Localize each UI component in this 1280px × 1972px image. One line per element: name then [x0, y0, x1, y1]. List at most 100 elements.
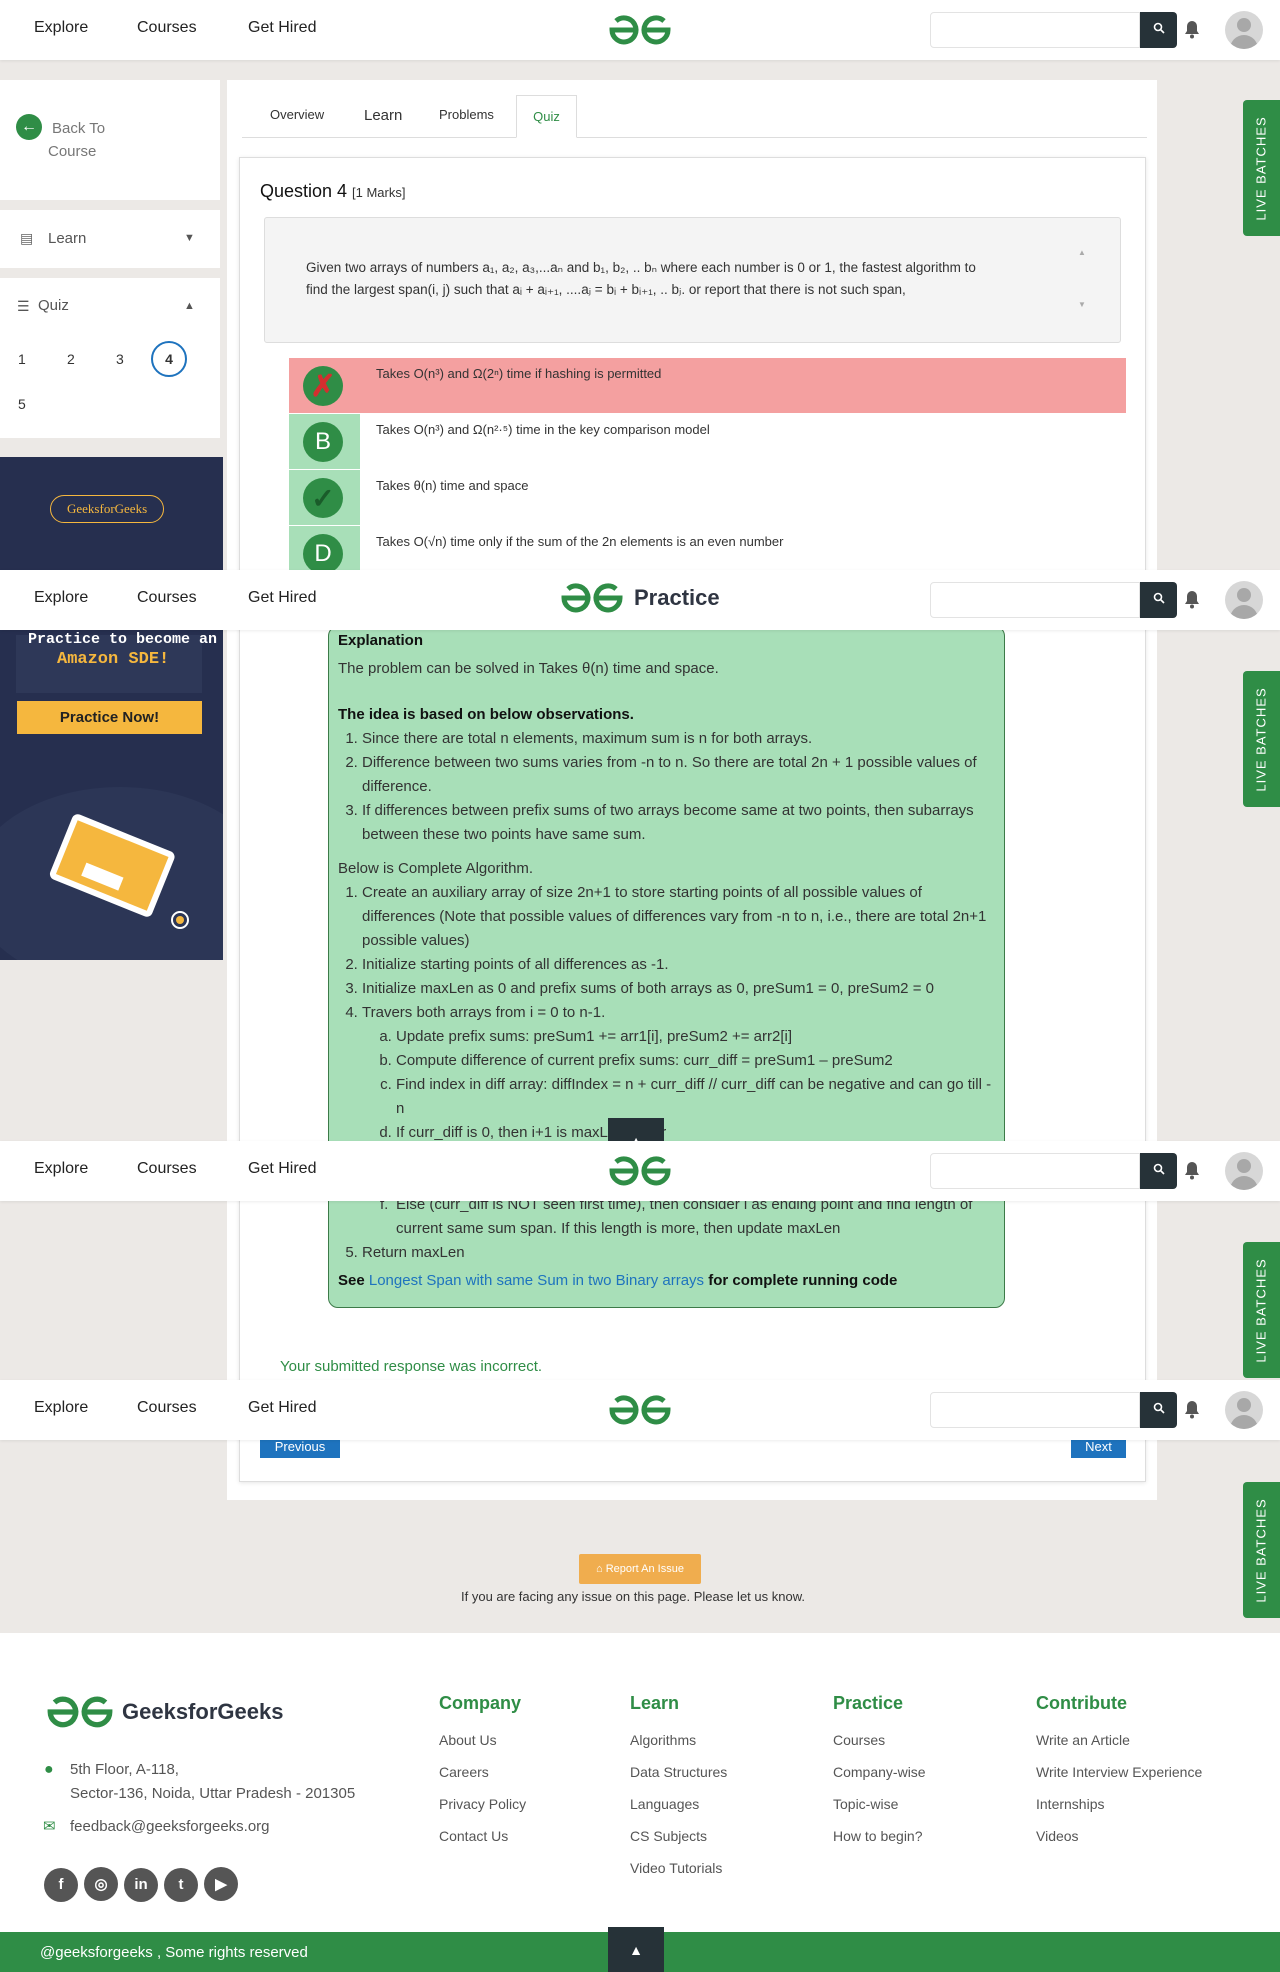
quiz-number-5[interactable]: 5: [18, 396, 26, 412]
explanation-intro: The problem can be solved in Takes θ(n) …: [338, 660, 719, 677]
practice-now-button[interactable]: Practice Now!: [17, 701, 202, 734]
longest-span-link[interactable]: Longest Span with same Sum in two Binary…: [369, 1272, 704, 1289]
footer-link[interactable]: Courses: [833, 1732, 926, 1748]
facebook-icon[interactable]: f: [44, 1867, 78, 1902]
avatar[interactable]: [1225, 581, 1263, 619]
quiz-label: Quiz: [38, 297, 69, 314]
option-b[interactable]: B Takes O(n³) and Ω(n²·⁵) time in the ke…: [289, 414, 1126, 469]
linkedin-icon[interactable]: in: [124, 1867, 158, 1902]
nav-explore[interactable]: Explore: [34, 1160, 88, 1178]
tab-learn[interactable]: Learn: [364, 107, 402, 124]
footer-link[interactable]: Data Structures: [630, 1764, 727, 1780]
nav-courses[interactable]: Courses: [137, 19, 197, 37]
live-batches-tab[interactable]: LIVE BATCHES: [1243, 1242, 1280, 1378]
search-button[interactable]: [1140, 582, 1177, 618]
search-button[interactable]: [1140, 12, 1177, 48]
course-label[interactable]: Course: [48, 143, 96, 160]
search-input[interactable]: [930, 1392, 1140, 1428]
quiz-number-3[interactable]: 3: [116, 351, 124, 367]
nav-explore[interactable]: Explore: [34, 589, 88, 607]
nav-courses[interactable]: Courses: [137, 1399, 197, 1417]
search-input[interactable]: [930, 582, 1140, 618]
footer-link[interactable]: Videos: [1036, 1828, 1202, 1844]
footer-email[interactable]: feedback@geeksforgeeks.org: [70, 1818, 270, 1835]
bell-icon[interactable]: [1183, 1399, 1201, 1424]
footer-link[interactable]: Algorithms: [630, 1732, 727, 1748]
sub-steps-list: Update prefix sums: preSum1 += arr1[i], …: [396, 1025, 995, 1145]
footer-link[interactable]: Languages: [630, 1796, 727, 1812]
instagram-icon[interactable]: ◎: [84, 1867, 118, 1901]
footer-link[interactable]: Write an Article: [1036, 1732, 1202, 1748]
tab-quiz[interactable]: Quiz: [516, 95, 577, 138]
gfg-logo-icon[interactable]: [608, 1155, 672, 1192]
tab-problems[interactable]: Problems: [439, 107, 494, 122]
search-button[interactable]: [1140, 1153, 1177, 1189]
scroll-down-icon[interactable]: ▼: [1078, 300, 1086, 309]
avatar[interactable]: [1225, 1391, 1263, 1429]
twitter-icon[interactable]: t: [164, 1867, 198, 1902]
option-a[interactable]: ✗ Takes O(n³) and Ω(2ⁿ) time if hashing …: [289, 358, 1126, 413]
nav-get-hired[interactable]: Get Hired: [248, 19, 316, 37]
tab-overview[interactable]: Overview: [270, 107, 324, 122]
gfg-logo-icon[interactable]: [46, 1695, 114, 1734]
footer-link[interactable]: Privacy Policy: [439, 1796, 526, 1812]
bell-icon[interactable]: [1183, 1160, 1201, 1185]
live-batches-tab[interactable]: LIVE BATCHES: [1243, 671, 1280, 807]
footer-link[interactable]: Company-wise: [833, 1764, 926, 1780]
see-also: See Longest Span with same Sum in two Bi…: [338, 1272, 898, 1289]
mail-icon: ✉: [43, 1818, 56, 1835]
arrow-left-icon[interactable]: ←: [16, 114, 42, 140]
ad-banner[interactable]: GeeksforGeeks Practice to become an Amaz…: [0, 457, 223, 960]
question-text-line1: Given two arrays of numbers a₁, a₂, a₃,.…: [306, 260, 976, 275]
back-to-label[interactable]: Back To: [52, 120, 105, 137]
youtube-icon[interactable]: ▶: [204, 1867, 238, 1901]
option-c[interactable]: ✓ Takes θ(n) time and space: [289, 470, 1126, 525]
nav-get-hired[interactable]: Get Hired: [248, 1399, 316, 1417]
list-item: Initialize starting points of all differ…: [362, 953, 995, 977]
live-batches-tab[interactable]: LIVE BATCHES: [1243, 1482, 1280, 1618]
quiz-number-4[interactable]: 4: [151, 341, 187, 377]
footer-link[interactable]: Careers: [439, 1764, 526, 1780]
footer-link[interactable]: Internships: [1036, 1796, 1202, 1812]
nav-explore[interactable]: Explore: [34, 1399, 88, 1417]
option-d-badge: D: [303, 534, 343, 574]
footer-link[interactable]: How to begin?: [833, 1828, 926, 1844]
scroll-top-button[interactable]: ▲: [608, 1927, 664, 1972]
footer-link[interactable]: Video Tutorials: [630, 1860, 727, 1876]
quiz-number-2[interactable]: 2: [67, 351, 75, 367]
footer-col-title: Company: [439, 1693, 522, 1713]
bell-icon[interactable]: [1183, 589, 1201, 614]
avatar[interactable]: [1225, 11, 1263, 49]
idea-heading: The idea is based on below observations.: [338, 706, 634, 723]
learn-label: Learn: [48, 230, 87, 247]
footer-link[interactable]: About Us: [439, 1732, 526, 1748]
quiz-number-1[interactable]: 1: [18, 351, 26, 367]
footer-link[interactable]: Topic-wise: [833, 1796, 926, 1812]
live-batches-tab[interactable]: LIVE BATCHES: [1243, 100, 1280, 236]
report-issue-button[interactable]: ⌂ Report An Issue: [579, 1554, 701, 1584]
nav-courses[interactable]: Courses: [137, 589, 197, 607]
search-input[interactable]: [930, 1153, 1140, 1189]
gfg-logo-icon[interactable]: [608, 14, 672, 51]
practice-label: Practice: [634, 585, 720, 610]
footer-link[interactable]: CS Subjects: [630, 1828, 727, 1844]
practice-logo[interactable]: Practice: [560, 582, 720, 614]
ad-heading-line1: Practice to become an: [28, 631, 218, 648]
gfg-logo-icon[interactable]: [608, 1394, 672, 1431]
bell-icon[interactable]: [1183, 19, 1201, 44]
chevron-up-icon[interactable]: ▲: [184, 300, 195, 312]
wrong-icon: ✗: [303, 366, 343, 406]
footer: GeeksforGeeks ● 5th Floor, A-118, Sector…: [0, 1633, 1280, 1972]
scroll-up-icon[interactable]: ▲: [1078, 248, 1086, 257]
nav-get-hired[interactable]: Get Hired: [248, 589, 316, 607]
learn-dropdown[interactable]: ▤ Learn ▼: [0, 210, 220, 268]
nav-get-hired[interactable]: Get Hired: [248, 1160, 316, 1178]
avatar[interactable]: [1225, 1152, 1263, 1190]
footer-link[interactable]: Write Interview Experience: [1036, 1764, 1202, 1780]
search-button[interactable]: [1140, 1392, 1177, 1428]
nav-courses[interactable]: Courses: [137, 1160, 197, 1178]
nav-explore[interactable]: Explore: [34, 19, 88, 37]
sticky-header: Explore Courses Get Hired: [0, 1380, 1280, 1440]
footer-link[interactable]: Contact Us: [439, 1828, 526, 1844]
search-input[interactable]: [930, 12, 1140, 48]
